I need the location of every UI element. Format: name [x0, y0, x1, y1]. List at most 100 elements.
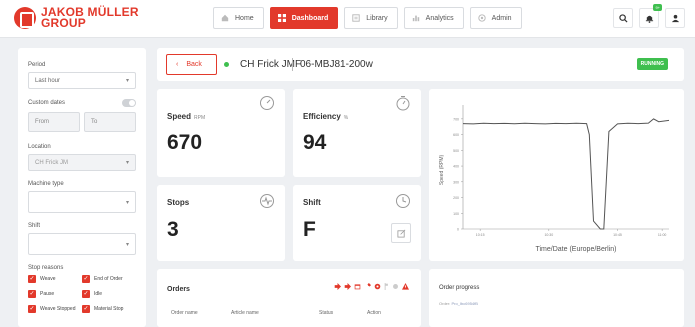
order-progress-title: Order progress	[439, 285, 480, 291]
machine-type-label: Machine type	[28, 181, 64, 187]
clock-icon	[396, 194, 410, 208]
to-date-input[interactable]: To	[84, 112, 136, 132]
nav-admin[interactable]: Admin	[469, 7, 522, 29]
y-tick-label: 0	[457, 228, 459, 232]
checkbox-label: Pause	[40, 291, 55, 297]
custom-dates-toggle[interactable]	[122, 99, 136, 107]
location-value: CH Frick JM	[35, 159, 68, 166]
arrow-right-icon[interactable]	[334, 283, 341, 290]
stop-reasons-label: Stop reasons	[28, 265, 64, 271]
checkbox-label: Idle	[94, 291, 103, 297]
stops-card: Stops 3	[157, 185, 285, 261]
shift-select[interactable]: ▾	[28, 233, 136, 255]
period-value: Last hour	[35, 77, 61, 84]
orders-card: Orders Order name Article name Status Ac…	[157, 269, 421, 327]
checkbox-checked-icon: ✓	[28, 305, 36, 313]
efficiency-title-text: Efficiency	[303, 112, 341, 121]
circle-icon[interactable]	[392, 283, 399, 290]
period-select[interactable]: Last hour ▾	[28, 72, 136, 89]
stops-value: 3	[167, 218, 179, 241]
wrench-icon[interactable]	[364, 283, 371, 290]
from-date-input[interactable]: From	[28, 112, 80, 132]
checkbox-checked-icon: ✓	[28, 275, 36, 283]
checkbox-material-stop[interactable]: ✓ Material Stop	[82, 305, 136, 313]
brand-logo[interactable]: JAKOB MÜLLER GROUP	[14, 6, 139, 29]
checkbox-checked-icon: ✓	[82, 290, 90, 298]
y-tick-label: 200	[453, 196, 459, 200]
speedometer-icon	[260, 96, 274, 110]
checkbox-idle[interactable]: ✓ Idle	[82, 290, 136, 298]
checkbox-label: Material Stop	[94, 306, 124, 312]
app-header: JAKOB MÜLLER GROUP Home Dashboard Librar…	[0, 0, 695, 38]
back-button[interactable]: ‹ Back	[166, 54, 217, 75]
x-tick-label: 10:45	[613, 233, 622, 237]
user-menu-button[interactable]	[665, 8, 685, 28]
y-tick-label: 300	[453, 180, 459, 184]
order-progress-label: Order:	[439, 301, 451, 306]
y-tick-label: 500	[453, 149, 459, 153]
nav-home-label: Home	[235, 14, 254, 22]
speed-chart-card: 0 100 200 300 400 500 600 700 10:15 10:30 10:45 11:…	[429, 89, 684, 261]
order-progress-value[interactable]: Pro_Ibc6954fB	[451, 301, 477, 306]
status-dot	[224, 62, 229, 67]
orders-toolbar	[334, 283, 409, 290]
arrow-right-icon[interactable]	[344, 283, 351, 290]
nav-analytics[interactable]: Analytics	[403, 7, 464, 29]
efficiency-title: Efficiency%	[303, 112, 348, 121]
gear-icon[interactable]	[374, 283, 381, 290]
col-status: Status	[319, 310, 334, 316]
nav-home[interactable]: Home	[213, 7, 264, 29]
flag-icon[interactable]	[384, 283, 389, 290]
stopwatch-icon	[396, 96, 410, 111]
speed-series-line	[462, 118, 670, 230]
stop-reasons-list: ✓ Weave ✓ End of Order ✓ Pause ✓ Idle ✓ Weave…	[28, 275, 136, 313]
machine-type-select[interactable]: ▾	[28, 191, 136, 213]
machine-id: 06-MBJ81-200w	[300, 59, 373, 70]
orders-table-header: Order name Article name Status Action	[171, 310, 407, 316]
orders-title: Orders	[167, 286, 190, 293]
checkbox-weave-stopped[interactable]: ✓ Weave Stopped	[28, 305, 82, 313]
shift-label: Shift	[28, 223, 41, 229]
checkbox-end-of-order[interactable]: ✓ End of Order	[82, 275, 136, 283]
admin-icon	[477, 14, 486, 22]
search-button[interactable]	[613, 8, 633, 28]
dashboard-icon	[277, 14, 286, 22]
speed-title-text: Speed	[167, 112, 192, 121]
location-select[interactable]: CH Frick JM ▾	[28, 154, 136, 171]
checkbox-checked-icon: ✓	[82, 275, 90, 283]
x-tick-label: 10:15	[476, 233, 485, 237]
date-range: From To	[28, 112, 136, 132]
header-actions: 9+	[613, 4, 685, 28]
shift-value: F	[303, 218, 316, 241]
nav-library[interactable]: Library	[344, 7, 398, 29]
notifications-button[interactable]: 9+	[639, 4, 662, 28]
pulse-icon	[260, 194, 274, 208]
chevron-left-icon: ‹	[176, 61, 179, 68]
x-axis-label: Time/Date (Europe/Berlin)	[535, 246, 616, 253]
nav-analytics-label: Analytics	[425, 14, 454, 22]
warning-icon[interactable]	[402, 283, 409, 290]
speed-title: Speed RPM	[167, 112, 205, 121]
nav-admin-label: Admin	[491, 14, 512, 22]
speed-unit: RPM	[194, 115, 206, 121]
speed-value: 670	[167, 131, 203, 154]
col-action: Action	[367, 310, 381, 316]
edit-icon	[396, 229, 405, 238]
machine-topbar: ‹ Back CH Frick JMF 06-MBJ81-200w RUNNIN…	[157, 48, 684, 81]
location-label: Location	[28, 144, 51, 150]
chevron-down-icon: ▾	[125, 199, 129, 206]
chevron-down-icon: ▾	[125, 241, 129, 248]
search-icon	[618, 13, 628, 23]
checkbox-pause[interactable]: ✓ Pause	[28, 290, 82, 298]
calendar-icon[interactable]	[354, 283, 361, 290]
divider	[292, 58, 293, 71]
col-article-name: Article name	[231, 310, 259, 316]
stops-title: Stops	[167, 198, 190, 207]
y-axis-label: Speed (RPM)	[439, 155, 445, 186]
edit-shift-button[interactable]	[391, 223, 411, 243]
checkbox-label: Weave Stopped	[40, 306, 76, 312]
status-badge: RUNNING	[636, 58, 668, 70]
checkbox-weave[interactable]: ✓ Weave	[28, 275, 82, 283]
nav-dashboard[interactable]: Dashboard	[269, 7, 339, 29]
brand-name: JAKOB MÜLLER GROUP	[41, 6, 139, 29]
